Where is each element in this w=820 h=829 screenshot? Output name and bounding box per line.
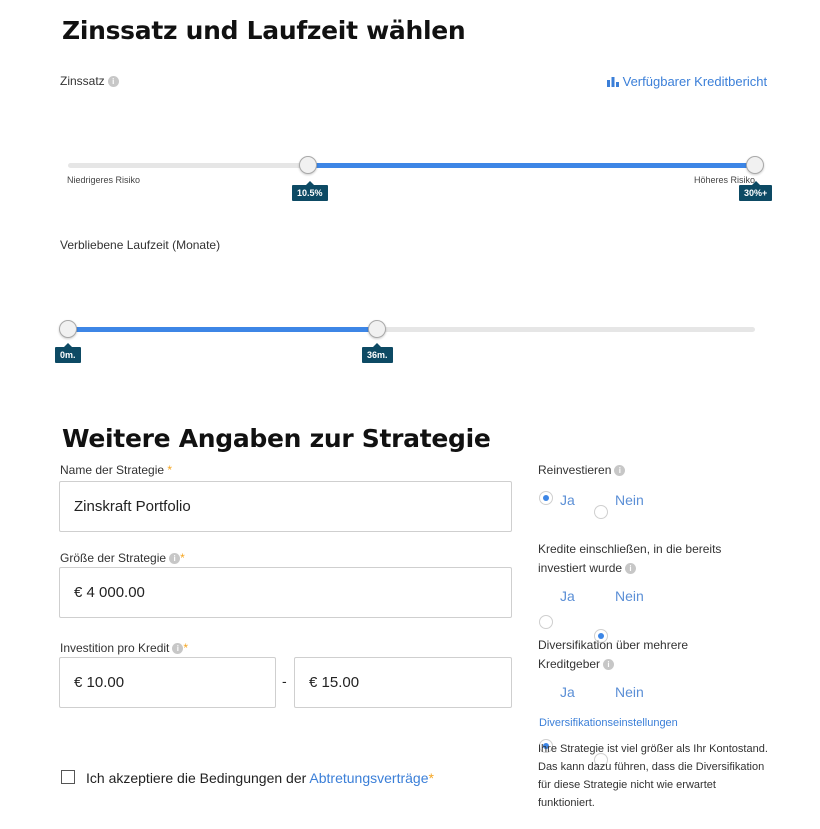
diversify-label-line2: Kreditgeber bbox=[538, 657, 601, 671]
info-icon[interactable]: i bbox=[614, 465, 626, 477]
required-mark: * bbox=[180, 551, 185, 565]
per-loan-max-input[interactable]: € 15.00 bbox=[294, 657, 512, 708]
rate-label: Zinssatz bbox=[60, 74, 105, 88]
diversify-label-line1: Diversifikation über mehrere bbox=[538, 638, 689, 652]
reinvest-no-radio[interactable] bbox=[594, 505, 608, 519]
term-slider-max-handle[interactable] bbox=[368, 320, 386, 338]
rate-slider-max-handle[interactable] bbox=[746, 156, 764, 174]
terms-link[interactable]: Abtretungsverträge bbox=[309, 770, 428, 786]
per-loan-label-group: Investition pro Kredit i * bbox=[60, 641, 188, 655]
required-mark: * bbox=[183, 641, 189, 655]
term-min-badge: 0m. bbox=[55, 343, 81, 363]
strategy-name-label: Name der Strategie bbox=[60, 463, 165, 477]
rate-slider-min-handle[interactable] bbox=[299, 156, 317, 174]
diversify-settings-link[interactable]: Diversifikationseinstellungen bbox=[539, 717, 678, 729]
include-label-group: Kredite einschließen, in die bereits inv… bbox=[538, 540, 721, 578]
term-slider-range bbox=[68, 327, 377, 332]
rate-label-group: Zinssatz i bbox=[60, 74, 119, 88]
reinvest-yes-label[interactable]: Ja bbox=[560, 492, 575, 508]
low-risk-label: Niedrigeres Risiko bbox=[67, 175, 141, 185]
terms-text: Ich akzeptiere die Bedingungen der bbox=[86, 770, 307, 786]
credit-report-link-label: Verfügbarer Kreditbericht bbox=[622, 74, 768, 89]
diversify-yes-label[interactable]: Ja bbox=[560, 684, 575, 700]
warning-line: Das kann dazu führen, dass die Diversifi… bbox=[538, 761, 765, 773]
bar-chart-icon bbox=[607, 77, 619, 87]
section-title-rate-term: Zinssatz und Laufzeit wählen bbox=[62, 16, 466, 45]
rate-slider-range bbox=[308, 163, 755, 168]
info-icon[interactable]: i bbox=[603, 659, 615, 671]
strategy-size-value: € 4 000.00 bbox=[74, 584, 145, 601]
rate-min-badge: 10.5% bbox=[292, 181, 328, 201]
reinvest-label-group: Reinvestieren i bbox=[538, 463, 626, 477]
info-icon[interactable]: i bbox=[169, 553, 181, 565]
include-yes-radio[interactable] bbox=[539, 615, 553, 629]
credit-report-link[interactable]: Verfügbarer Kreditbericht bbox=[607, 74, 767, 89]
diversify-no-label[interactable]: Nein bbox=[615, 684, 644, 700]
strategy-size-label: Größe der Strategie bbox=[60, 551, 167, 565]
info-icon[interactable]: i bbox=[172, 643, 184, 655]
strategy-name-value: Zinskraft Portfolio bbox=[74, 498, 191, 515]
balance-warning: Ihre Strategie ist viel größer als Ihr K… bbox=[538, 740, 768, 812]
include-no-label[interactable]: Nein bbox=[615, 588, 644, 604]
warning-line: für diese Strategie nicht wie erwartet bbox=[538, 779, 716, 791]
per-loan-min-value: € 10.00 bbox=[74, 674, 125, 691]
strategy-size-input[interactable]: € 4 000.00 bbox=[59, 567, 512, 618]
strategy-size-label-group: Größe der Strategie i * bbox=[60, 551, 185, 565]
high-risk-label: Höheres Risiko bbox=[694, 175, 756, 185]
include-label-line2: investiert wurde bbox=[538, 561, 623, 575]
info-icon[interactable]: i bbox=[625, 563, 637, 575]
required-mark: * bbox=[167, 463, 173, 477]
strategy-name-label-group: Name der Strategie * bbox=[60, 463, 172, 477]
reinvest-no-label[interactable]: Nein bbox=[615, 492, 644, 508]
warning-line: Ihre Strategie ist viel größer als Ihr K… bbox=[538, 743, 768, 755]
terms-label: Ich akzeptiere die Bedingungen der Abtre… bbox=[86, 770, 434, 786]
section-title-strategy: Weitere Angaben zur Strategie bbox=[62, 424, 491, 453]
include-yes-label[interactable]: Ja bbox=[560, 588, 575, 604]
rate-max-badge: 30%+ bbox=[739, 181, 773, 201]
per-loan-label: Investition pro Kredit bbox=[60, 641, 170, 655]
reinvest-yes-radio[interactable] bbox=[539, 491, 553, 505]
range-separator: - bbox=[282, 673, 287, 689]
term-slider-min-handle[interactable] bbox=[59, 320, 77, 338]
strategy-name-input[interactable]: Zinskraft Portfolio bbox=[59, 481, 512, 532]
include-label-line1: Kredite einschließen, in die bereits bbox=[538, 542, 722, 556]
required-mark: * bbox=[428, 770, 434, 786]
per-loan-max-value: € 15.00 bbox=[309, 674, 360, 691]
term-label: Verbliebene Laufzeit (Monate) bbox=[60, 238, 221, 252]
diversify-label-group: Diversifikation über mehrere Kreditgeber… bbox=[538, 636, 688, 674]
terms-checkbox[interactable] bbox=[61, 770, 75, 784]
info-icon[interactable]: i bbox=[107, 76, 119, 88]
per-loan-min-input[interactable]: € 10.00 bbox=[59, 657, 276, 708]
term-max-badge: 36m. bbox=[362, 343, 393, 363]
warning-line: funktioniert. bbox=[538, 797, 595, 809]
reinvest-label: Reinvestieren bbox=[538, 463, 612, 477]
